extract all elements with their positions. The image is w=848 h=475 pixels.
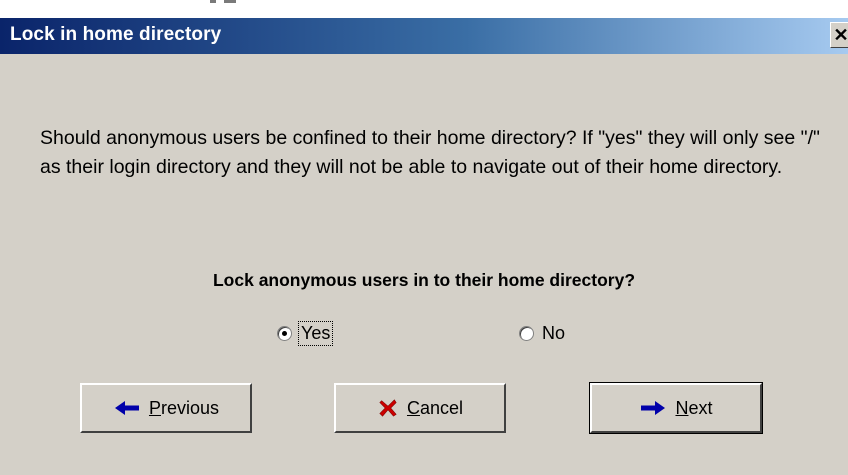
radio-no-circle[interactable] — [519, 325, 534, 341]
next-label-rest: ext — [688, 397, 713, 418]
arrow-right-icon — [641, 401, 666, 415]
next-mnemonic: N — [675, 397, 689, 418]
next-button[interactable]: Next — [589, 382, 763, 434]
close-button[interactable]: ✕ — [830, 22, 848, 48]
title-bar[interactable]: Lock in home directory ✕ — [0, 18, 848, 54]
previous-mnemonic: P — [148, 397, 161, 418]
radio-yes-circle[interactable] — [277, 325, 292, 341]
radio-no-label[interactable]: No — [542, 323, 565, 344]
radio-selected-dot — [282, 330, 287, 336]
cancel-mnemonic: C — [406, 397, 420, 418]
close-icon: ✕ — [833, 25, 848, 45]
background-window-strip — [0, 0, 848, 18]
red-x-icon — [379, 399, 397, 417]
cancel-button[interactable]: Cancel — [334, 383, 506, 433]
next-label: Next — [675, 398, 712, 419]
radio-no[interactable]: No — [519, 321, 565, 345]
arrow-left-icon — [114, 401, 139, 415]
radio-yes-label[interactable]: Yes — [297, 320, 334, 346]
previous-label: Previous — [149, 398, 219, 419]
background-window-edge — [224, 0, 236, 3]
description-text: Should anonymous users be confined to th… — [40, 127, 820, 178]
cancel-label: Cancel — [407, 398, 463, 419]
background-window-edge — [210, 0, 216, 3]
question-label: Lock anonymous users in to their home di… — [212, 270, 636, 290]
previous-label-rest: revious — [160, 397, 220, 418]
cancel-label-rest: ancel — [419, 397, 464, 418]
previous-button[interactable]: Previous — [80, 383, 252, 433]
radio-yes[interactable]: Yes — [277, 320, 334, 346]
window-title: Lock in home directory — [10, 24, 222, 45]
